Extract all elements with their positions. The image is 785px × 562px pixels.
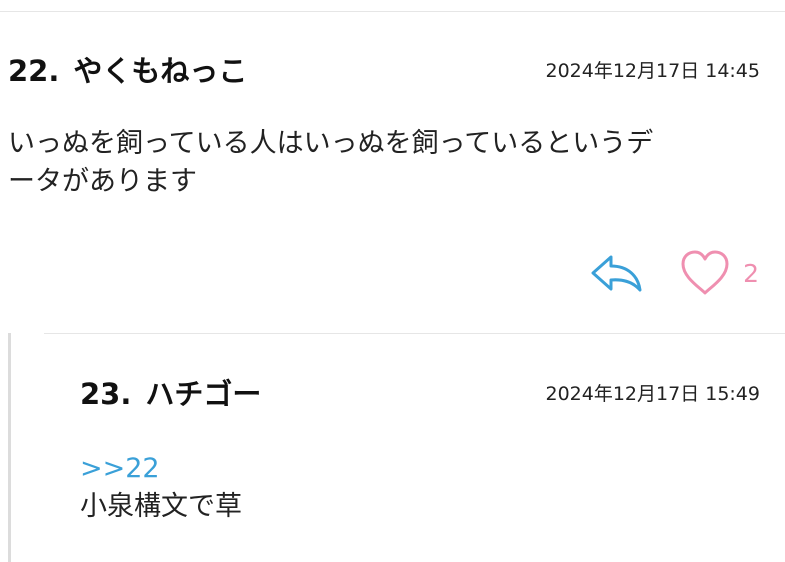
comment-author: 22. やくもねっこ	[8, 48, 247, 90]
like-count: 2	[743, 258, 759, 288]
comment-number: 22.	[8, 54, 60, 88]
reply-indent-line	[8, 333, 11, 562]
comment-header: 23. ハチゴー 2024年12月17日 15:49	[80, 371, 760, 413]
comment-body-line: 小泉構文で草	[80, 491, 242, 522]
comment-date: 2024年12月17日 15:49	[545, 382, 760, 405]
comment-body: いっぬを飼っている人はいっぬを飼っているというデ ータがあります	[8, 125, 760, 201]
author-name[interactable]: ハチゴー	[145, 371, 261, 413]
reply-block: 23. ハチゴー 2024年12月17日 15:49 >>22 小泉構文で草	[0, 333, 785, 562]
comment-header: 22. やくもねっこ 2024年12月17日 14:45	[8, 48, 760, 90]
reply-arrow-icon[interactable]	[589, 251, 643, 295]
comment-actions: 2	[589, 249, 759, 297]
comment-number: 23.	[80, 377, 132, 411]
comment-date: 2024年12月17日 14:45	[545, 59, 760, 82]
reply-anchor-link[interactable]: >>22	[80, 450, 760, 488]
heart-outline-icon[interactable]	[679, 249, 731, 297]
comment-body: >>22 小泉構文で草	[80, 450, 760, 526]
author-name[interactable]: やくもねっこ	[73, 48, 247, 90]
comment-23: 23. ハチゴー 2024年12月17日 15:49 >>22 小泉構文で草	[80, 333, 760, 562]
comment-body-line: ータがあります	[8, 166, 197, 197]
like-button[interactable]: 2	[679, 249, 759, 297]
comment-body-line: いっぬを飼っている人はいっぬを飼っているというデ	[8, 128, 654, 159]
comment-author: 23. ハチゴー	[80, 371, 261, 413]
comment-thread: 22. やくもねっこ 2024年12月17日 14:45 いっぬを飼っている人は…	[0, 0, 785, 562]
